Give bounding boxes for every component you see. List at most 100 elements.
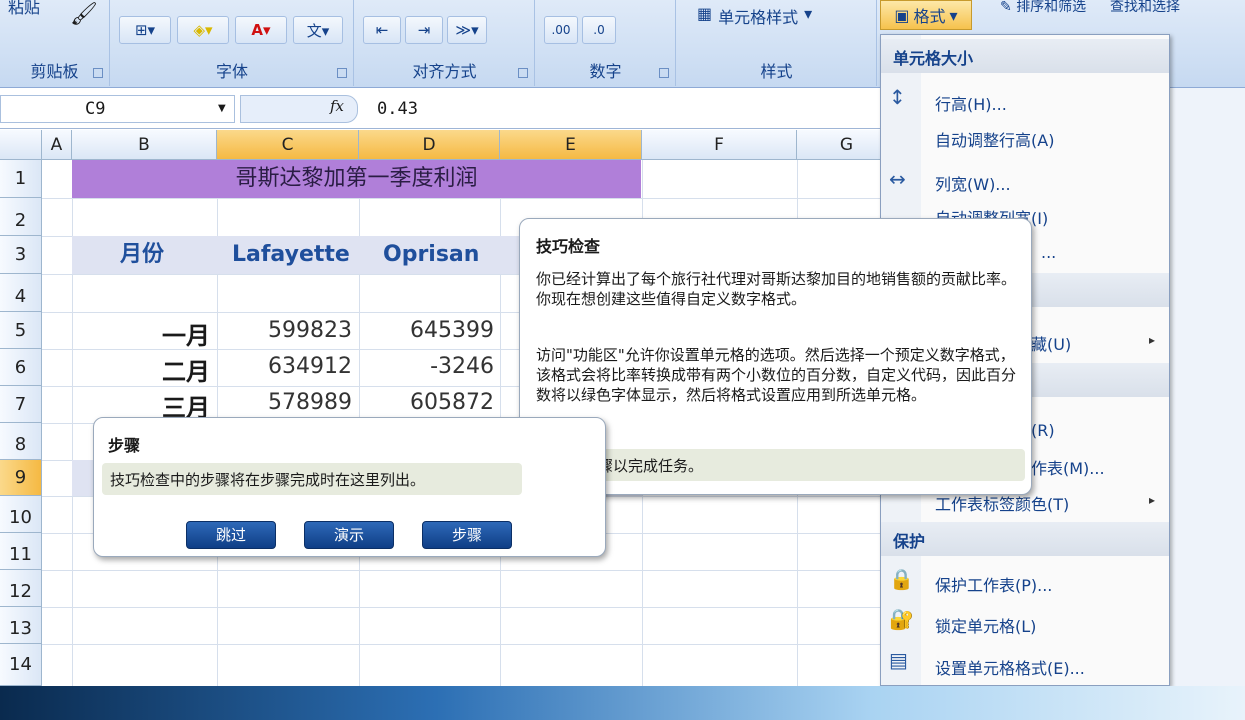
sort-filter-button[interactable]: ✎ 排序和筛选 [1000,0,1086,16]
column-header-f[interactable]: F [642,130,797,160]
chevron-down-icon[interactable]: ▼ [218,103,226,114]
chevron-right-icon: ▸ [1149,493,1156,507]
font-color-icon: A▾ [251,21,271,39]
oprisan-cell[interactable]: -3246 [354,354,494,379]
font-color-button[interactable]: A▾ [235,16,287,44]
row-header-13[interactable]: 13 [0,607,42,644]
function-icon[interactable]: fx [330,97,344,115]
cell-styles-icon: ▦ [697,4,713,23]
row-header-8[interactable]: 8 [0,423,42,460]
column-header-a[interactable]: A [42,130,72,160]
font-launcher[interactable] [337,68,347,78]
row-header-11[interactable]: 11 [0,533,42,570]
paste-label[interactable]: 粘贴 [8,0,40,18]
find-select-label: 查找和选择 [1110,0,1180,15]
lock-cell-item[interactable]: 锁定单元格(L) [935,613,1036,637]
autofit-row-item[interactable]: 自动调整行高(A) [935,127,1054,151]
row-header-5[interactable]: 5 [0,312,42,349]
row-height-icon: ↕ [889,85,906,109]
decrease-decimal-button[interactable]: .0 [582,16,616,44]
row-header-4[interactable]: 4 [0,274,42,312]
phonetic-button[interactable]: 文▾ [293,16,343,44]
fill-color-button[interactable]: ◈▾ [177,16,229,44]
alignment-group: ⇤ ⇥ ≫▾ 对齐方式 [355,0,535,86]
month-cell[interactable]: 二月 [70,352,210,387]
font-group: ⊞▾ ◈▾ A▾ 文▾ 字体 [111,0,354,86]
column-header-e[interactable]: E [500,130,642,160]
find-select-button[interactable]: 查找和选择 [1110,0,1180,16]
alignment-group-label: 对齐方式 [412,62,477,81]
number-group: .00 .0 数字 [536,0,676,86]
phonetic-icon: 文▾ [306,21,330,40]
row-header-2[interactable]: 2 [0,198,42,236]
skill-check-paragraph-2: 访问"功能区"允许你设置单元格的选项。然后选择一个预定义数字格式，该格式会将比率… [536,346,1017,404]
title-cell[interactable]: 哥斯达黎加第一季度利润 [72,160,641,198]
row-header-10[interactable]: 10 [0,496,42,533]
background-panel [1170,88,1245,686]
demo-button[interactable]: 演示 [304,521,394,549]
row-header-9[interactable]: 9 [0,460,42,496]
chevron-down-icon: ▾ [804,4,813,23]
row-header-14[interactable]: 14 [0,644,42,686]
name-box[interactable]: C9 [0,95,235,123]
format-icon: ▣ [894,5,910,25]
clear-icon: ✎ [1000,0,1012,15]
row-header-3[interactable]: 3 [0,236,42,274]
number-group-label: 数字 [589,62,622,81]
protection-section: 保护 [881,522,1169,556]
header-month[interactable]: 月份 [120,236,164,274]
border-button[interactable]: ⊞▾ [119,16,171,44]
taskbar [0,686,1245,720]
lafayette-cell[interactable]: 634912 [212,354,352,379]
lafayette-cell[interactable]: 578989 [212,390,352,415]
row-header-6[interactable]: 6 [0,349,42,386]
step-button[interactable]: 步骤 [422,521,512,549]
decrease-decimal-icon: .0 [593,23,605,37]
format-cells-item[interactable]: 设置单元格格式(E)... [935,655,1085,679]
skip-button[interactable]: 跳过 [186,521,276,549]
oprisan-cell[interactable]: 605872 [354,390,494,415]
decrease-indent-icon: ⇤ [375,21,389,39]
column-header-d[interactable]: D [359,130,500,160]
skill-check-paragraph-1: 你已经计算出了每个旅行社代理对哥斯达黎加目的地销售额的贡献比率。你现在想创建这些… [536,270,1017,308]
clipboard-launcher[interactable] [93,68,103,78]
cell-styles-button[interactable]: ▦ 单元格样式 ▾ [697,4,812,28]
chevron-down-icon: ▾ [949,5,958,25]
select-all-corner[interactable] [0,130,42,160]
font-group-label: 字体 [215,62,248,81]
steps-title: 步骤 [108,436,141,455]
column-header-b[interactable]: B [72,130,217,160]
oprisan-cell[interactable]: 645399 [354,318,494,343]
lafayette-cell[interactable]: 599823 [212,318,352,343]
formula-input[interactable]: 0.43 [377,99,418,119]
chevron-right-icon: ▸ [1149,333,1156,347]
steps-message: 技巧检查中的步骤将在步骤完成时在这里列出。 [102,463,522,495]
row-header-12[interactable]: 12 [0,570,42,607]
number-launcher[interactable] [659,68,669,78]
column-header-g[interactable]: G [797,130,880,160]
column-width-item[interactable]: 列宽(W)... [935,171,1011,195]
decrease-indent-button[interactable]: ⇤ [363,16,401,44]
header-oprisan[interactable]: Oprisan [383,236,479,274]
clipboard-group: 粘贴 🖌 剪贴板 [0,0,110,86]
orientation-button[interactable]: ≫▾ [447,16,487,44]
protect-sheet-icon: 🔒 [889,567,914,591]
alignment-launcher[interactable] [518,68,528,78]
lock-icon: 🔐 [889,607,914,631]
increase-decimal-button[interactable]: .00 [544,16,578,44]
row-height-item[interactable]: 行高(H)... [935,91,1007,115]
format-button[interactable]: ▣ 格式 ▾ [880,0,972,30]
protect-sheet-item[interactable]: 保护工作表(P)... [935,572,1052,596]
cell-size-section: 单元格大小 [881,39,1169,73]
column-header-c[interactable]: C [217,130,359,160]
format-painter-icon[interactable]: 🖌 [70,2,98,27]
row-header-7[interactable]: 7 [0,386,42,423]
format-cells-icon: ▤ [889,648,908,672]
default-width-item[interactable]: ... [1041,243,1056,262]
header-lafayette[interactable]: Lafayette [232,236,350,274]
increase-indent-button[interactable]: ⇥ [405,16,443,44]
styles-group: ▦ 单元格样式 ▾ 样式 [677,0,877,86]
row-header-1[interactable]: 1 [0,160,42,198]
month-cell[interactable]: 一月 [70,316,210,351]
increase-decimal-icon: .00 [551,23,571,37]
